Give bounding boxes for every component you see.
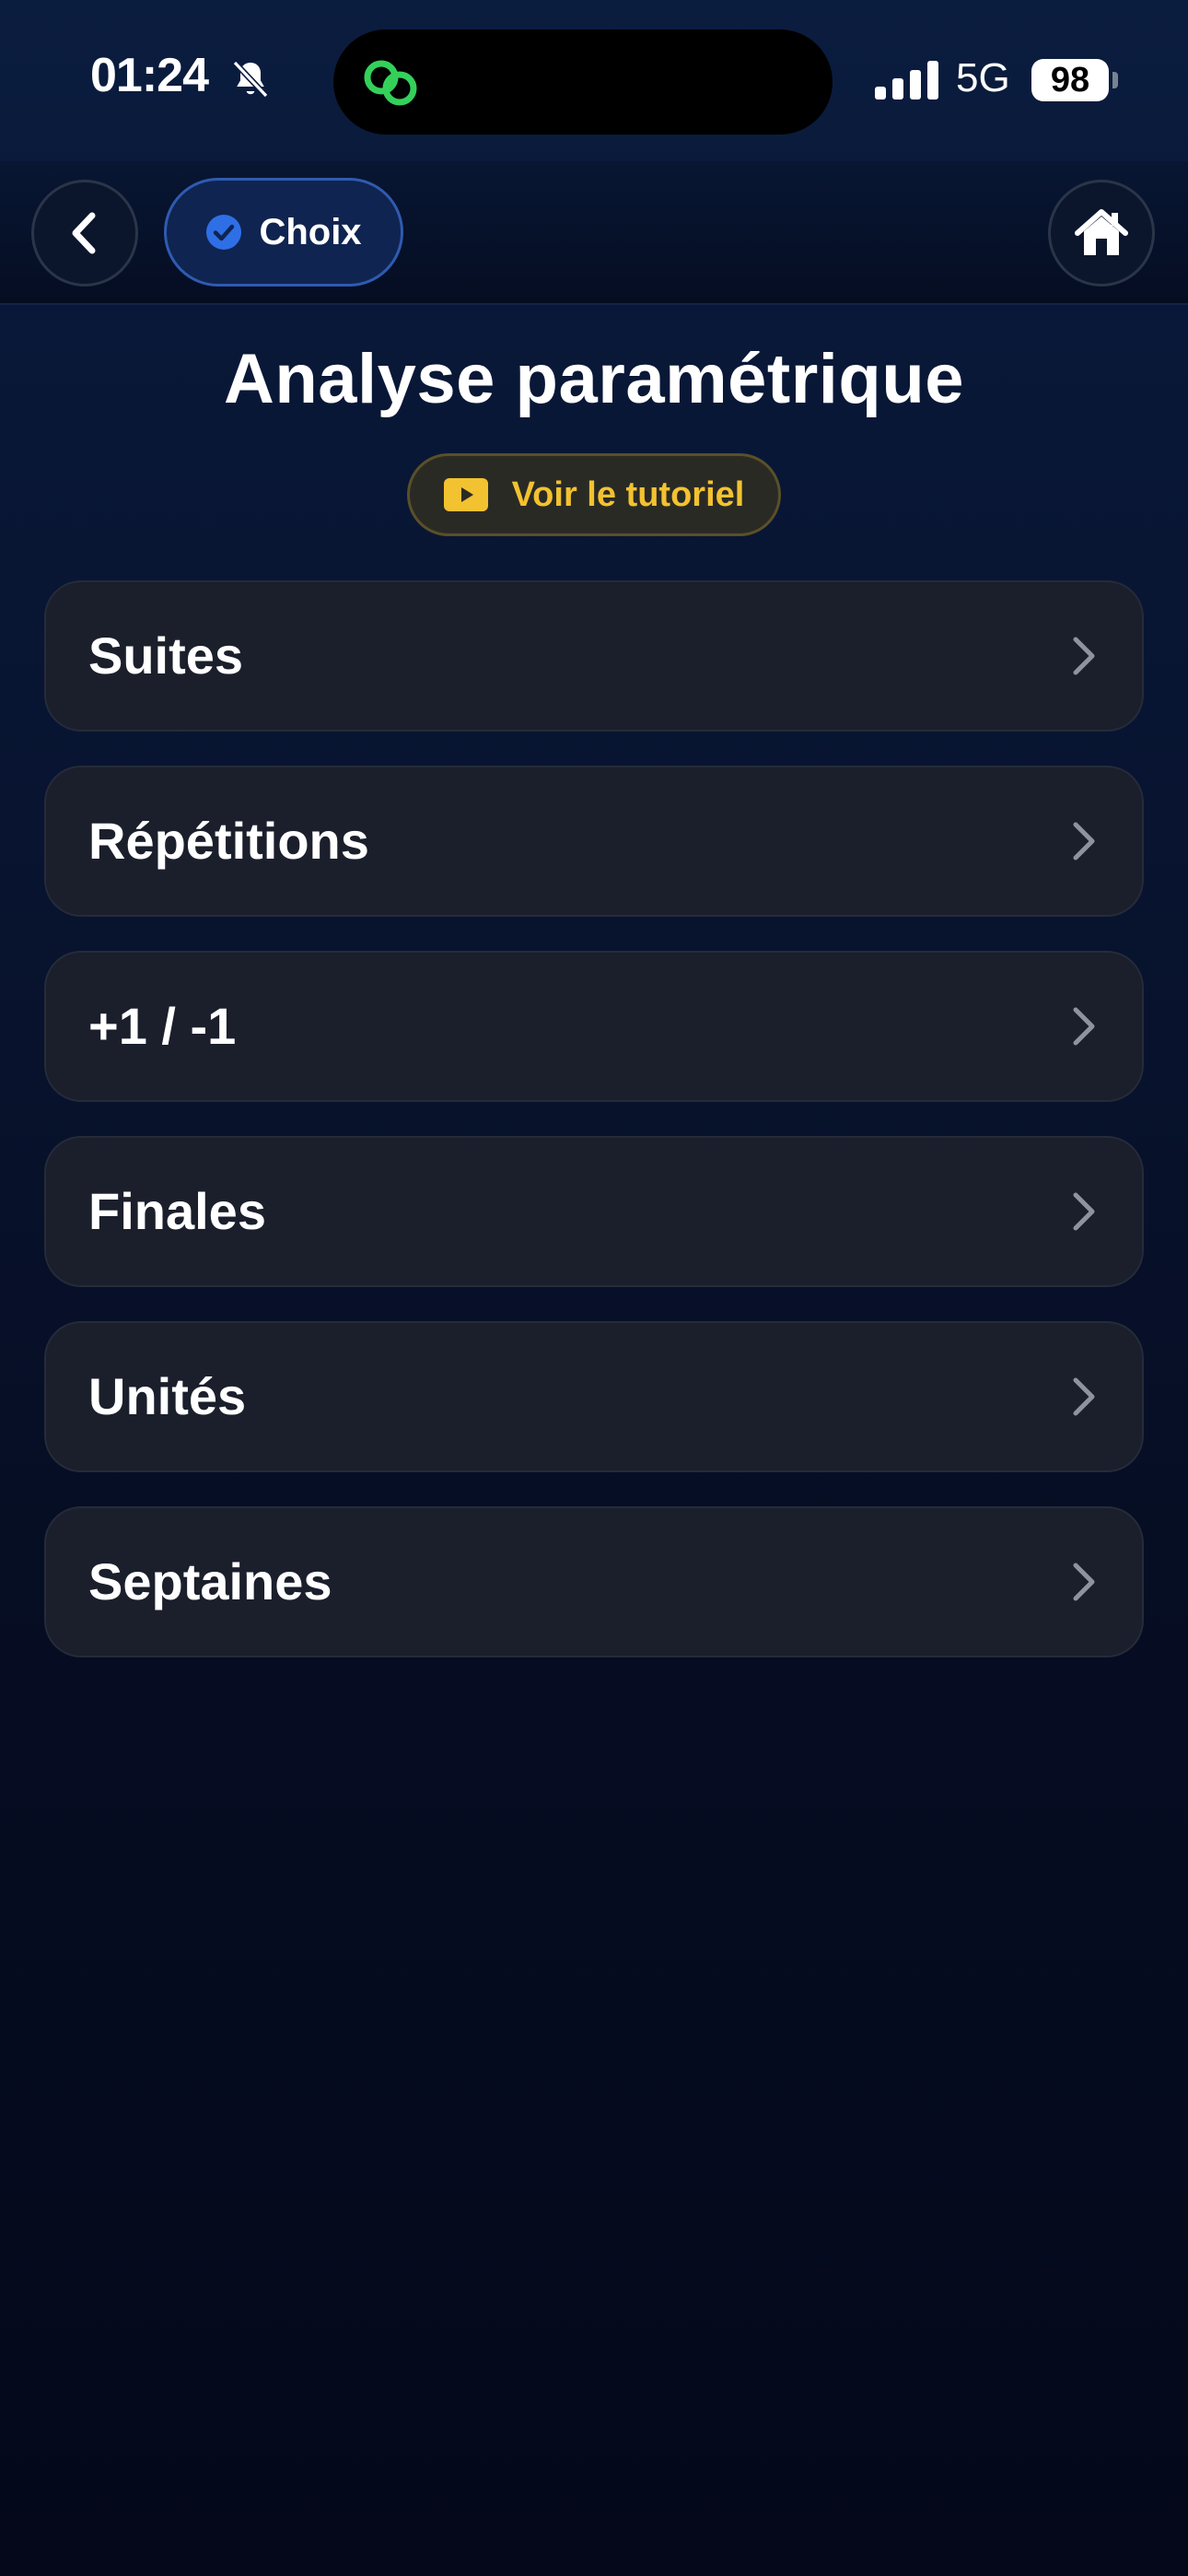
menu-item-repetitions[interactable]: Répétitions — [44, 766, 1144, 917]
dynamic-island — [333, 29, 833, 135]
tutorial-button[interactable]: Voir le tutoriel — [407, 453, 781, 536]
tutorial-label: Voir le tutoriel — [511, 474, 745, 514]
link-icon — [364, 60, 417, 106]
page-title: Analyse paramétrique — [223, 340, 965, 418]
menu-item-label: Septaines — [88, 1552, 332, 1610]
choice-label: Choix — [259, 211, 362, 252]
network-label: 5G — [956, 55, 1010, 100]
status-time: 01:24 — [90, 49, 209, 102]
menu-list: Suites Répétitions +1 / -1 Finales Unité… — [44, 580, 1144, 1692]
battery-cap — [1112, 72, 1118, 88]
chevron-right-icon — [1073, 1192, 1095, 1231]
chevron-right-icon — [1073, 1563, 1095, 1601]
chevron-left-icon — [72, 212, 96, 254]
battery-indicator: 98 — [1031, 59, 1109, 101]
menu-item-label: Finales — [88, 1182, 266, 1240]
menu-item-label: Unités — [88, 1367, 247, 1425]
chevron-right-icon — [1073, 637, 1095, 675]
check-circle-icon — [206, 215, 242, 250]
chevron-right-icon — [1073, 1377, 1095, 1416]
status-bar: 01:24 5G 98 — [0, 0, 1188, 161]
play-icon — [443, 478, 488, 511]
menu-item-plus-minus-one[interactable]: +1 / -1 — [44, 951, 1144, 1102]
menu-item-label: Suites — [88, 626, 244, 685]
menu-item-suites[interactable]: Suites — [44, 580, 1144, 732]
menu-item-septaines[interactable]: Septaines — [44, 1506, 1144, 1657]
menu-item-label: +1 / -1 — [88, 997, 237, 1055]
choice-button[interactable]: Choix — [164, 178, 403, 287]
home-button[interactable] — [1048, 180, 1155, 287]
menu-item-finales[interactable]: Finales — [44, 1136, 1144, 1287]
chevron-right-icon — [1073, 822, 1095, 861]
home-icon — [1075, 209, 1128, 255]
bell-slash-icon — [232, 60, 269, 99]
menu-item-unites[interactable]: Unités — [44, 1321, 1144, 1472]
back-button[interactable] — [31, 180, 138, 287]
chevron-right-icon — [1073, 1007, 1095, 1046]
menu-item-label: Répétitions — [88, 812, 369, 870]
nav-bar: Choix — [0, 161, 1188, 305]
signal-icon — [875, 61, 938, 100]
